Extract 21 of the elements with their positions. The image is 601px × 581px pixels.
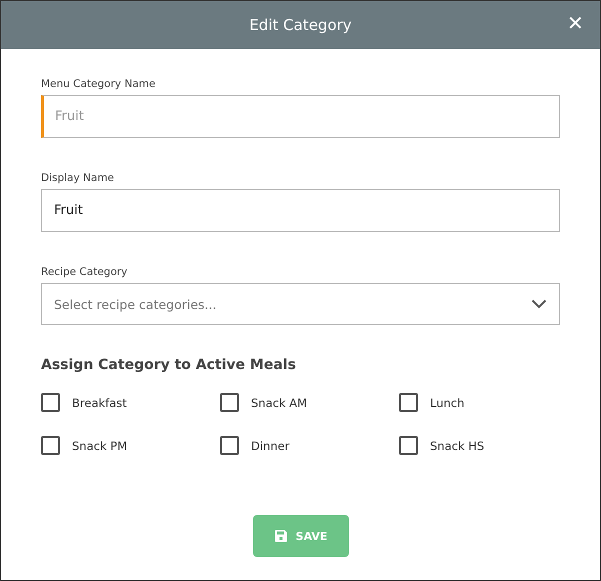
checkbox-label: Snack PM (72, 438, 128, 452)
checkbox[interactable] (220, 393, 239, 412)
checkbox[interactable] (399, 393, 418, 412)
checkbox-label: Lunch (430, 396, 464, 410)
dialog-title: Edit Category (249, 16, 352, 34)
field-label: Menu Category Name (41, 77, 156, 91)
checkbox[interactable] (220, 436, 239, 455)
checkbox[interactable] (399, 436, 418, 455)
checkbox-label: Snack HS (430, 438, 484, 452)
close-button[interactable]: ✕ (565, 12, 586, 36)
select-field[interactable]: Select recipe categories... (41, 283, 560, 325)
checkbox-label: Breakfast (72, 396, 127, 410)
checkbox-label: Snack AM (251, 396, 308, 410)
input-field[interactable]: Fruit (41, 189, 560, 232)
section-heading: Assign Category to Active Meals (41, 357, 297, 373)
checkbox[interactable] (41, 393, 60, 412)
field-label: Recipe Category (41, 265, 128, 279)
chevron-down-icon (531, 299, 547, 309)
checkbox[interactable] (41, 436, 60, 455)
checkbox-label: Dinner (251, 438, 290, 452)
field-label: Display Name (41, 171, 116, 185)
